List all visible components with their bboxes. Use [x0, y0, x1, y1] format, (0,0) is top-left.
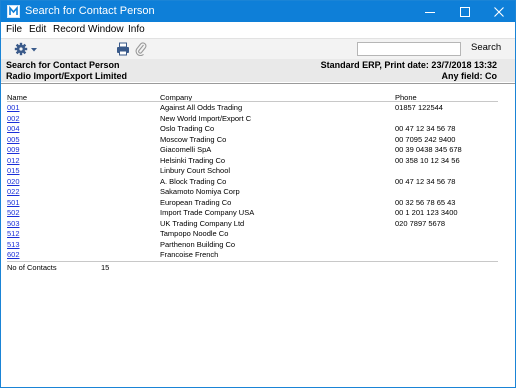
gear-icon[interactable] [14, 42, 40, 56]
contact-code-link[interactable]: 503 [7, 219, 20, 230]
phone-cell: 00 47 12 34 56 78 [395, 176, 456, 186]
phone-cell: 01857 122544 [395, 103, 443, 112]
header-divider [1, 83, 515, 84]
company-cell: Helsinki Trading Co [160, 155, 226, 165]
company-cell: Oslo Trading Co [160, 124, 215, 133]
footer-divider [7, 261, 498, 262]
table-row: 512 Tampopo Noodle Co [1, 229, 515, 240]
contact-code-link[interactable]: 501 [7, 198, 20, 209]
column-divider [7, 101, 498, 102]
contact-code-link[interactable]: 015 [7, 166, 20, 177]
minimize-button[interactable] [413, 1, 447, 22]
chevron-down-icon [31, 48, 37, 52]
search-input[interactable] [357, 42, 461, 56]
contact-code-link[interactable]: 002 [7, 114, 20, 125]
table-row: 502 Import Trade Company USA 00 1 201 12… [1, 208, 515, 219]
table-row: 501 European Trading Co 00 32 56 78 65 4… [1, 198, 515, 209]
contact-code-link[interactable]: 513 [7, 240, 20, 251]
company-cell: Import Trade Company USA [160, 208, 255, 217]
company-cell: A. Block Trading Co [160, 176, 227, 186]
search-filter: Any field: Co [441, 71, 498, 81]
table-row: 015 Linbury Court School [1, 166, 515, 177]
contact-code-link[interactable]: 502 [7, 208, 20, 219]
print-info: Standard ERP, Print date: 23/7/2018 13:3… [320, 60, 497, 70]
menu-file[interactable]: File [6, 24, 22, 35]
maximize-icon [460, 6, 470, 17]
paperclip-icon[interactable] [135, 41, 147, 56]
search-button[interactable]: Search [471, 42, 501, 53]
company-cell: Against All Odds Trading [160, 103, 243, 112]
table-row: 020 A. Block Trading Co 00 47 12 34 56 7… [1, 177, 515, 188]
title-bar[interactable]: Search for Contact Person [1, 1, 515, 22]
table-row: 009 Giacomelli SpA 00 39 0438 345 678 [1, 145, 515, 156]
table-row: 004 Oslo Trading Co 00 47 12 34 56 78 [1, 124, 515, 135]
close-icon [494, 6, 504, 17]
contact-code-link[interactable]: 001 [7, 103, 20, 114]
contact-code-link[interactable]: 602 [7, 250, 20, 261]
contact-code-link[interactable]: 009 [7, 145, 20, 156]
contact-count-label: No of Contacts [7, 263, 57, 272]
report-header: Search for Contact Person Radio Import/E… [1, 59, 515, 82]
phone-cell: 00 47 12 34 56 78 [395, 124, 456, 133]
company-cell: Tampopo Noodle Co [160, 229, 229, 238]
company-cell: Giacomelli SpA [160, 145, 212, 154]
contact-count-value: 15 [101, 263, 110, 272]
window-title: Search for Contact Person [25, 5, 155, 17]
phone-cell: 00 39 0438 345 678 [395, 145, 462, 154]
contact-code-link[interactable]: 022 [7, 187, 20, 198]
menu-info[interactable]: Info [128, 24, 145, 35]
printer-icon[interactable] [116, 42, 130, 56]
contact-code-link[interactable]: 512 [7, 229, 20, 240]
table-row: 005 Moscow Trading Co 00 7095 242 9400 [1, 135, 515, 146]
table-row: 602 Francoise French [1, 250, 515, 261]
company-cell: UK Trading Company Ltd [160, 218, 245, 228]
contact-code-link[interactable]: 020 [7, 177, 20, 188]
report-window: Search for Contact Person File Edit Reco… [0, 0, 516, 388]
maximize-button[interactable] [448, 1, 482, 22]
phone-cell: 00 32 56 78 65 43 [395, 197, 456, 207]
company-name: Radio Import/Export Limited [6, 71, 128, 81]
menu-bar: File Edit Record Window Info [1, 22, 515, 38]
phone-cell: 00 358 10 12 34 56 [395, 155, 460, 165]
company-cell: European Trading Co [160, 197, 232, 207]
menu-edit[interactable]: Edit [29, 24, 46, 35]
contact-code-link[interactable]: 012 [7, 156, 20, 167]
phone-cell: 00 1 201 123 3400 [395, 208, 458, 217]
phone-cell: 020 7897 5678 [395, 218, 446, 228]
company-cell: New World Import/Export C [160, 113, 252, 123]
contact-code-link[interactable]: 004 [7, 124, 20, 135]
hansa-app-icon [7, 5, 20, 18]
toolbar: Search [1, 38, 515, 59]
menu-record[interactable]: Record [53, 24, 85, 35]
company-cell: Sakamoto Nomiya Corp [160, 187, 240, 196]
table-row: 503 UK Trading Company Ltd 020 7897 5678 [1, 219, 515, 230]
phone-cell: 00 7095 242 9400 [395, 134, 456, 144]
table-row: 002 New World Import/Export C [1, 114, 515, 125]
close-button[interactable] [482, 1, 516, 22]
menu-window[interactable]: Window [88, 24, 124, 35]
table-row: 012 Helsinki Trading Co 00 358 10 12 34 … [1, 156, 515, 167]
company-cell: Moscow Trading Co [160, 134, 227, 144]
company-cell: Parthenon Building Co [160, 239, 236, 249]
contact-code-link[interactable]: 005 [7, 135, 20, 146]
company-cell: Linbury Court School [160, 166, 231, 175]
company-cell: Francoise French [160, 250, 219, 259]
table-row: 513 Parthenon Building Co [1, 240, 515, 251]
table-row: 001 Against All Odds Trading 01857 12254… [1, 103, 515, 114]
report-title: Search for Contact Person [6, 60, 120, 70]
contact-list: 001 Against All Odds Trading 01857 12254… [1, 103, 515, 261]
minimize-icon [425, 11, 435, 13]
table-row: 022 Sakamoto Nomiya Corp [1, 187, 515, 198]
